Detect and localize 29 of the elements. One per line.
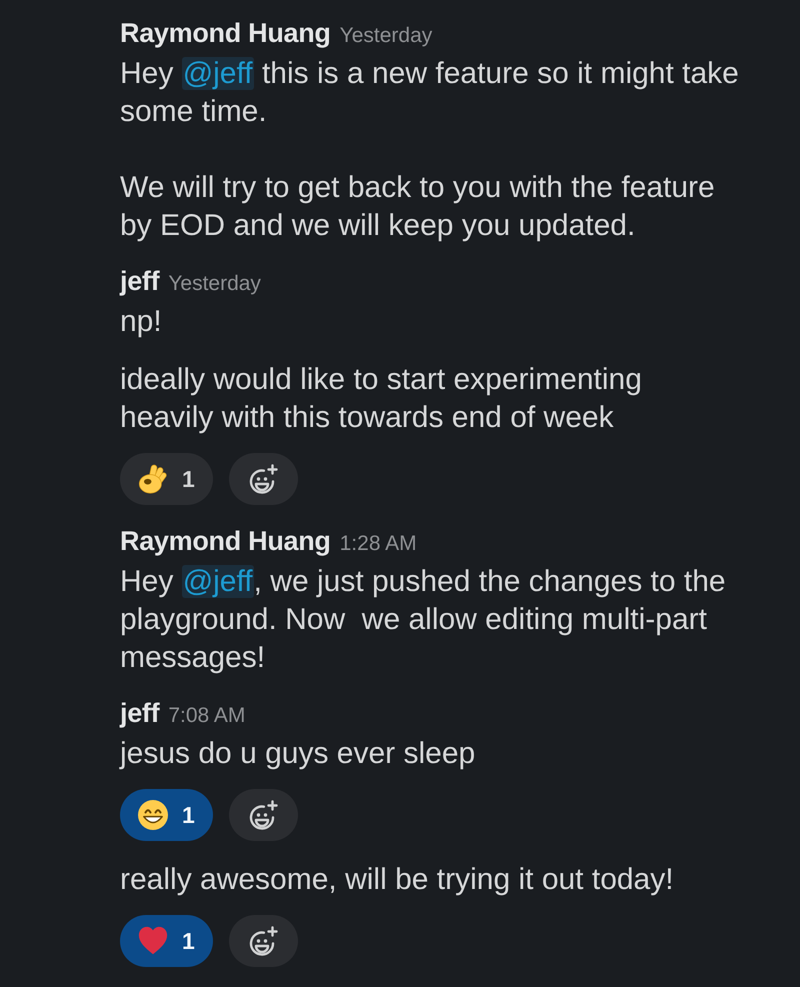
heart-icon [138, 926, 168, 956]
grinning-face-icon [138, 800, 168, 830]
smiley-plus-icon [248, 926, 278, 956]
add-reaction-button[interactable] [228, 789, 298, 841]
add-reaction-button[interactable] [228, 915, 298, 967]
ok-hand-icon [138, 464, 168, 494]
add-reaction-button[interactable] [228, 453, 298, 505]
timestamp: Yesterday [340, 23, 432, 49]
mention-link[interactable]: @jeff [182, 565, 254, 598]
message-text: Hey @jeff, we just pushed the changes to the playground. Now we allow editing multi-part messages! [120, 564, 727, 676]
message-text: np! [120, 304, 162, 340]
timestamp: 1:28 AM [340, 531, 417, 557]
author-name[interactable]: jeff [120, 261, 160, 301]
timestamp: Yesterday [168, 271, 261, 297]
reaction-button[interactable]: 1 [120, 789, 213, 841]
mention-link[interactable]: @jeff [182, 57, 254, 90]
message-text: jesus do u guys ever sleep [120, 736, 476, 772]
smiley-plus-icon [248, 464, 278, 494]
message-text: Hey @jeff this is a new feature so it might take some time. [120, 56, 740, 130]
message-text: ideally would like to start experimenting heavily with this towards end of week [120, 362, 643, 436]
author-name[interactable]: Raymond Huang [120, 521, 331, 561]
reaction-button[interactable]: 1 [120, 915, 213, 967]
timestamp: 7:08 AM [168, 703, 246, 729]
author-name[interactable]: Raymond Huang [120, 13, 331, 53]
author-name[interactable]: jeff [120, 693, 160, 733]
smiley-plus-icon [248, 800, 278, 830]
reaction-button[interactable]: 1 [120, 453, 213, 505]
message-text: really awesome, will be trying it out today! [120, 862, 674, 898]
message-text: We will try to get back to you with the feature by EOD and we will keep you updated. [120, 170, 716, 244]
